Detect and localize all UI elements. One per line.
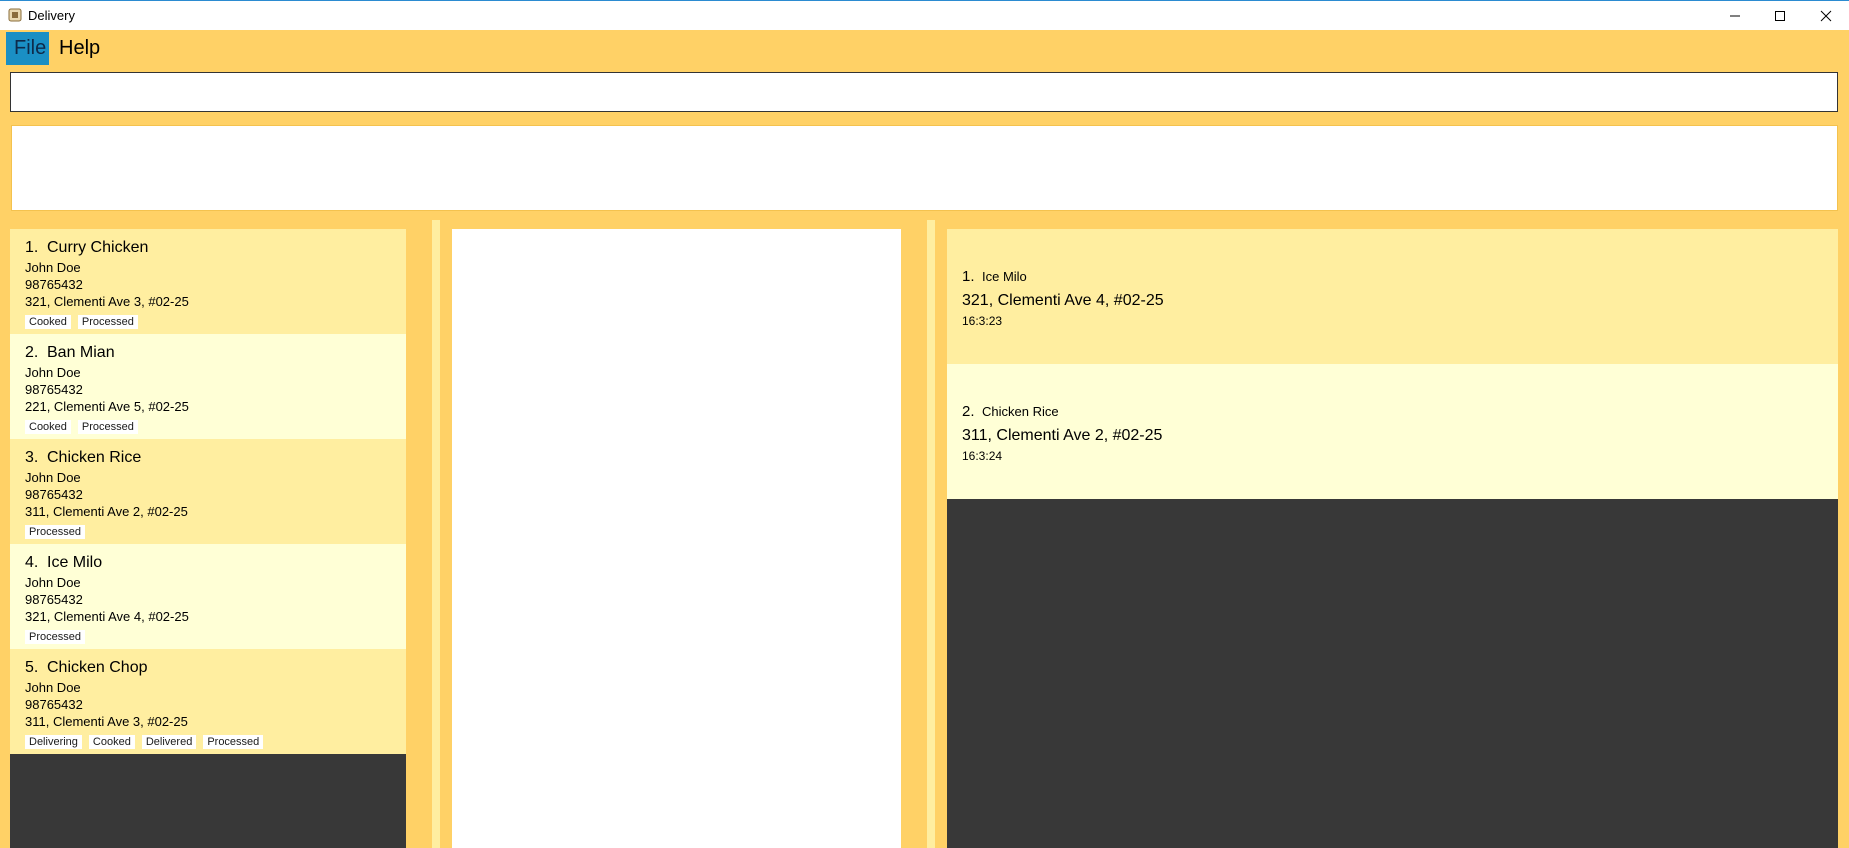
order-name: Chicken Rice [47,449,142,466]
order-name: Ice Milo [47,554,103,571]
delivery-address: 321, Clementi Ave 4, #02-25 [962,292,1164,309]
maximize-button[interactable] [1757,1,1803,30]
order-tags: Processed [25,627,406,644]
order-index: 3. [25,449,39,466]
order-index: 4. [25,554,39,571]
order-tag: Processed [25,525,85,539]
app-icon [8,8,22,22]
order-address: 311, Clementi Ave 3, #02-25 [25,714,188,729]
order-tags: Delivering Cooked Delivered Processed [25,732,406,749]
order-name: Chicken Chop [47,659,148,676]
order-tags: Processed [25,522,406,539]
delivery-heading: 1. Ice Milo [962,267,1838,287]
order-customer: John Doe [25,680,81,695]
delivery-address: 311, Clementi Ave 2, #02-25 [962,427,1163,444]
order-tag: Delivering [25,735,82,749]
order-tag: Processed [77,315,138,329]
order-card[interactable]: 5. Chicken Chop John Doe 98765432 311, Cleme… [10,649,406,754]
order-index: 5. [25,659,39,676]
order-tag: Cooked [88,735,135,749]
order-list-panel[interactable]: 1. Curry Chicken John Doe 98765432 321, Clem… [10,229,406,848]
order-address: 221, Clementi Ave 5, #02-25 [25,399,189,414]
order-card[interactable]: 1. Curry Chicken John Doe 98765432 321, Clem… [10,229,406,334]
order-heading: 4. Ice Milo [25,552,406,574]
order-tag: Cooked [25,315,71,329]
order-card[interactable]: 4. Ice Milo John Doe 98765432 321, Clementi … [10,544,406,649]
menu-file[interactable]: File [6,32,49,65]
order-index: 1. [25,239,39,256]
maximize-icon [1775,10,1785,21]
order-phone: 98765432 [25,382,83,397]
order-name: Ban Mian [47,344,115,361]
order-tag: Cooked [25,420,71,434]
delivery-index: 1. [962,268,975,285]
order-customer: John Doe [25,260,81,275]
command-input[interactable] [10,72,1838,112]
order-phone: 98765432 [25,592,83,607]
order-index: 2. [25,344,39,361]
order-address: 311, Clementi Ave 2, #02-25 [25,504,188,519]
delivery-time: 16:3:24 [962,449,1003,463]
order-tags: Cooked Processed [25,417,406,434]
minimize-icon [1730,15,1740,16]
order-card[interactable]: 3. Chicken Rice John Doe 98765432 311, Cleme… [10,439,406,544]
delivery-card[interactable]: 1. Ice Milo 321, Clementi Ave 4, #02-25 16:… [947,229,1838,364]
order-tags: Cooked Processed [25,312,406,329]
delivery-name: Ice Milo [982,269,1027,284]
menu-help[interactable]: Help [51,32,108,65]
order-phone: 98765432 [25,277,83,292]
order-card[interactable]: 2. Ban Mian John Doe 98765432 221, Clementi … [10,334,406,439]
menu-bar: File Help [0,30,1849,66]
order-heading: 3. Chicken Rice [25,447,406,469]
order-address: 321, Clementi Ave 4, #02-25 [25,609,189,624]
close-button[interactable] [1803,1,1849,30]
order-tag: Processed [77,420,138,434]
delivery-time: 16:3:23 [962,314,1003,328]
middle-panel [452,229,901,848]
order-tag: Processed [25,630,85,644]
window-title: Delivery [28,8,75,23]
order-address: 321, Clementi Ave 3, #02-25 [25,294,189,309]
order-heading: 1. Curry Chicken [25,237,406,259]
order-customer: John Doe [25,575,81,590]
order-phone: 98765432 [25,697,83,712]
minimize-button[interactable] [1712,1,1758,30]
order-phone: 98765432 [25,487,83,502]
delivery-card[interactable]: 2. Chicken Rice 311, Clementi Ave 2, #02-2… [947,364,1838,499]
panel-divider-right[interactable] [927,220,935,848]
delivery-name: Chicken Rice [982,404,1059,419]
title-bar: Delivery [0,0,1849,30]
delivery-list-panel[interactable]: 1. Ice Milo 321, Clementi Ave 4, #02-25 16:… [947,229,1838,848]
panel-divider-left[interactable] [432,220,440,848]
order-customer: John Doe [25,470,81,485]
close-icon [1820,10,1832,21]
order-customer: John Doe [25,365,81,380]
order-tag: Processed [203,735,264,749]
order-tag: Delivered [141,735,197,749]
order-heading: 5. Chicken Chop [25,657,406,679]
result-display [11,125,1838,211]
delivery-index: 2. [962,403,975,420]
delivery-heading: 2. Chicken Rice [962,402,1838,422]
order-name: Curry Chicken [47,239,149,256]
order-heading: 2. Ban Mian [25,342,406,364]
